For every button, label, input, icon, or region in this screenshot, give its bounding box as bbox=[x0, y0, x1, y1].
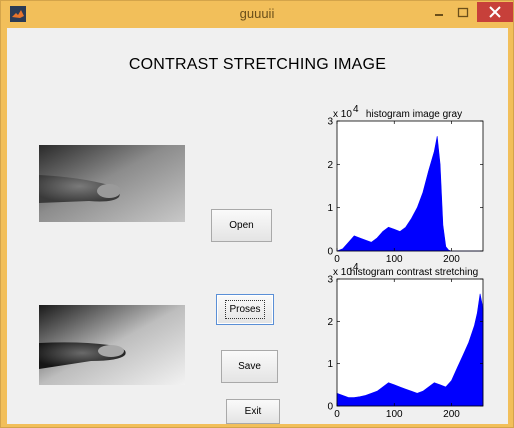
x-tick-label: 0 bbox=[334, 409, 340, 420]
y-tick-label: 1 bbox=[327, 359, 333, 370]
exit-button-label: Exit bbox=[244, 406, 262, 417]
y-tick-label: 2 bbox=[327, 160, 333, 171]
y-exponent-label: x 10 bbox=[333, 109, 352, 120]
app-window: guuuii CONTRAST STRETCHING IMAGE Open Pr… bbox=[0, 0, 514, 428]
save-button-label: Save bbox=[238, 361, 261, 372]
proses-button[interactable]: Proses bbox=[216, 294, 274, 325]
x-tick-label: 0 bbox=[334, 254, 340, 265]
minimize-icon[interactable] bbox=[429, 5, 449, 21]
x-tick-label: 100 bbox=[386, 254, 403, 265]
y-tick-label: 2 bbox=[327, 317, 333, 328]
y-tick-label: 0 bbox=[327, 247, 333, 258]
y-exponent-power: 4 bbox=[353, 104, 359, 115]
y-tick-label: 1 bbox=[327, 203, 333, 214]
histogram-stretch-axes: 0 100 200 0 1 2 3 x 10 4 histogram contrast stret… bbox=[327, 262, 484, 420]
y-tick-label: 0 bbox=[327, 402, 333, 413]
figure-client-area: CONTRAST STRETCHING IMAGE Open Proses Sa… bbox=[7, 28, 508, 424]
title-bar[interactable]: guuuii bbox=[1, 1, 513, 28]
histogram-stretch-chart: 0 100 2000123x 10 4histogram contrast stret… bbox=[327, 262, 484, 420]
open-button-label: Open bbox=[229, 220, 254, 231]
close-icon bbox=[489, 6, 501, 18]
chart-title: histogram image gray bbox=[366, 109, 462, 120]
save-button[interactable]: Save bbox=[221, 350, 278, 383]
histogram-gray-chart: 0 100 2000123x 10 4 histogram image gray bbox=[327, 104, 484, 265]
x-tick-label: 100 bbox=[386, 409, 403, 420]
open-button[interactable]: Open bbox=[211, 209, 272, 242]
x-tick-label: 200 bbox=[443, 409, 460, 420]
histogram-gray-axes: 0 100 200 0 1 2 3 x 10 4 histogram image gray bbox=[327, 104, 484, 265]
page-title: CONTRAST STRETCHING IMAGE bbox=[128, 56, 387, 73]
stretched-image bbox=[39, 305, 185, 385]
chart-title: histogram contrast stretching bbox=[350, 267, 478, 278]
x-tick-label: 200 bbox=[443, 254, 460, 265]
proses-button-label: Proses bbox=[225, 300, 265, 319]
close-button[interactable] bbox=[477, 2, 513, 22]
exit-button[interactable]: Exit bbox=[226, 399, 280, 424]
original-image bbox=[39, 145, 185, 222]
maximize-icon[interactable] bbox=[453, 5, 473, 21]
